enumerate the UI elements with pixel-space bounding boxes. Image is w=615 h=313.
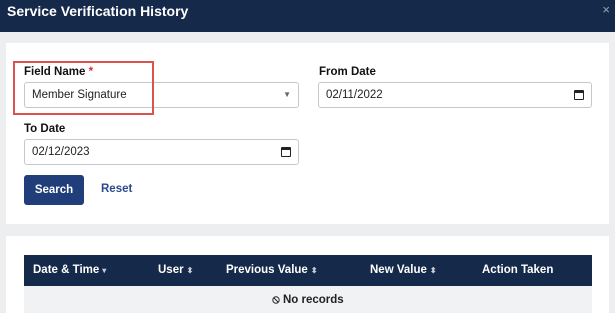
sort-desc-icon: ▾ [102,266,107,275]
calendar-icon[interactable] [574,90,584,100]
column-header-action-taken: Action Taken [482,264,554,276]
calendar-icon[interactable] [281,147,291,157]
no-entry-icon: ⦸ [272,294,280,306]
column-header-new-value[interactable]: New Value ⬍ [370,264,437,276]
highlight-box [13,61,154,115]
to-date-label: To Date [24,123,66,135]
sort-icon: ⬍ [186,266,194,275]
search-button[interactable]: Search [24,175,84,205]
from-date-input[interactable]: 02/11/2022 [318,82,592,108]
table-header: Date & Time ▾ User ⬍ Previous Value ⬍ New V… [24,255,592,286]
reset-button[interactable]: Reset [101,183,132,195]
no-records-message: ⦸ No records [272,294,344,306]
from-date-value: 02/11/2022 [326,89,383,101]
sort-icon: ⬍ [429,266,437,275]
column-header-date-time[interactable]: Date & Time ▾ [33,264,106,276]
column-header-user[interactable]: User ⬍ [158,264,193,276]
from-date-label: From Date [319,66,376,78]
dropdown-arrow-icon: ▼ [283,90,291,99]
title-bar: Service Verification History × [0,0,615,32]
sort-icon: ⬍ [310,266,318,275]
to-date-input[interactable]: 02/12/2023 [24,139,299,165]
empty-row: ⦸ No records [24,286,592,313]
window-title: Service Verification History [7,3,189,19]
to-date-value: 02/12/2023 [32,146,90,158]
column-header-previous-value[interactable]: Previous Value ⬍ [226,264,318,276]
close-icon[interactable]: × [602,2,610,17]
